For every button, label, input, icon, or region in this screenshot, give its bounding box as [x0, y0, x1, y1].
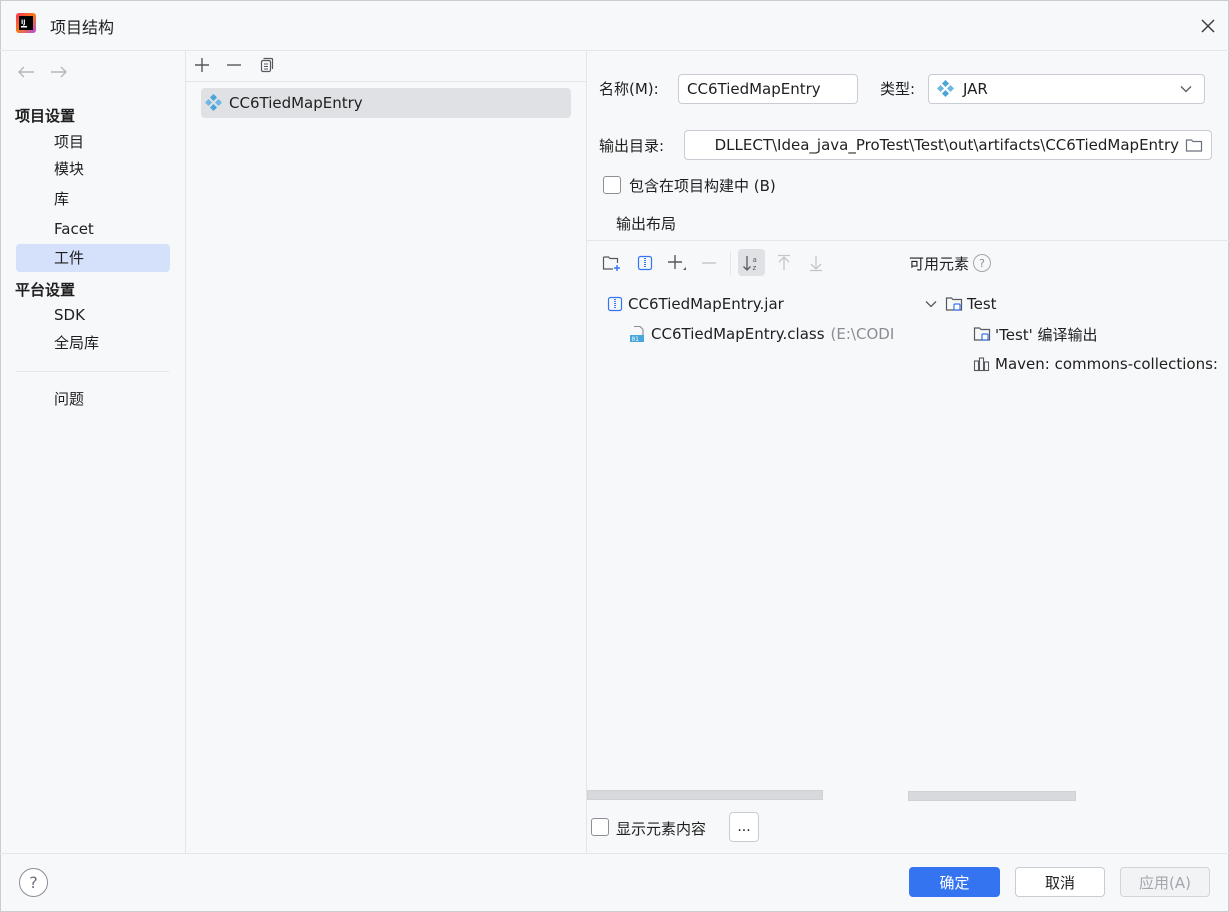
sidebar-item-libraries[interactable]: 库 [16, 185, 170, 213]
type-select-value: JAR [963, 80, 988, 98]
type-label: 类型: [880, 80, 916, 98]
sort-toggle-button[interactable]: az [738, 249, 765, 276]
archive-icon [637, 255, 653, 271]
available-item-maven-library-label: Maven: commons-collections: [995, 355, 1218, 373]
back-button[interactable] [14, 60, 38, 84]
svg-text:z: z [752, 264, 756, 272]
close-icon [1201, 19, 1215, 33]
include-in-build-checkbox[interactable] [603, 176, 621, 194]
artifact-name: CC6TiedMapEntry [229, 94, 363, 112]
available-elements-header: 可用元素 [909, 255, 970, 273]
sidebar-item-global-libraries[interactable]: 全局库 [16, 329, 170, 357]
available-item-test[interactable]: Test [925, 291, 1229, 317]
add-copy-button[interactable] [665, 251, 689, 275]
available-item-maven-library[interactable]: Maven: commons-collections: [925, 351, 1229, 377]
output-dir-label: 输出目录: [599, 137, 665, 155]
available-elements-tree: Test 'Test' 编译输出 Maven: commons-collecti… [925, 291, 1229, 377]
tree-item-jar[interactable]: CC6TiedMapEntry.jar [606, 291, 908, 317]
tree-item-class-path: (E:\CODI [830, 325, 895, 343]
footer-divider [0, 853, 1229, 854]
name-label: 名称(M): [599, 80, 659, 98]
layout-horizontal-scrollbar[interactable] [587, 790, 823, 800]
type-select[interactable]: JAR [928, 74, 1205, 104]
tree-item-class-label: CC6TiedMapEntry.class [651, 325, 825, 343]
project-settings-header: 项目设置 [15, 107, 76, 125]
plus-dropdown-icon [668, 255, 686, 270]
sidebar-item-problems[interactable]: 问题 [16, 385, 170, 413]
artifact-list-item[interactable]: CC6TiedMapEntry [201, 88, 571, 118]
tab-divider [587, 240, 1229, 241]
title-bar: IJ 项目结构 [0, 0, 1229, 50]
apply-button[interactable]: 应用(A) [1120, 867, 1210, 897]
available-item-test-label: Test [967, 295, 997, 313]
list-toolbar-divider [186, 81, 586, 82]
name-input[interactable]: CC6TiedMapEntry [678, 74, 858, 104]
toolbar-separator [730, 251, 731, 275]
sidebar-item-artifacts[interactable]: 工件 [16, 244, 170, 272]
tree-item-jar-label: CC6TiedMapEntry.jar [628, 295, 784, 313]
chevron-down-icon [925, 301, 937, 308]
arrow-down-icon [810, 256, 822, 272]
ok-button[interactable]: 确定 [909, 867, 1000, 897]
minus-icon [702, 262, 716, 264]
artifact-diamond-icon [205, 94, 223, 112]
remove-element-button[interactable] [697, 251, 721, 275]
folder-browse-icon[interactable] [1185, 137, 1203, 153]
move-down-button[interactable] [804, 251, 828, 275]
sort-alphabetical-icon: az [742, 255, 756, 272]
sidebar-item-modules[interactable]: 模块 [16, 155, 170, 183]
tree-item-class[interactable]: 01 CC6TiedMapEntry.class (E:\CODI [606, 321, 908, 347]
platform-settings-header: 平台设置 [15, 281, 76, 299]
ellipsis-button[interactable]: ... [729, 812, 759, 842]
available-horizontal-scrollbar[interactable] [908, 791, 1076, 801]
copy-artifact-button[interactable] [254, 53, 278, 77]
window-title: 项目结构 [50, 18, 115, 37]
output-layout-tree: CC6TiedMapEntry.jar 01 CC6TiedMapEntry.c… [606, 291, 908, 347]
create-archive-button[interactable] [633, 251, 657, 275]
sidebar-item-project[interactable]: 项目 [16, 128, 170, 156]
show-content-label: 显示元素内容 [616, 820, 707, 838]
svg-text:a: a [752, 256, 756, 264]
show-content-checkbox[interactable] [591, 818, 609, 836]
new-folder-icon [602, 256, 620, 271]
arrow-left-icon [18, 66, 34, 78]
list-divider [586, 50, 587, 853]
library-icon [973, 355, 991, 373]
available-item-compile-output[interactable]: 'Test' 编译输出 [925, 321, 1229, 347]
output-dir-value: DLLECT\Idea_java_ProTest\Test\out\artifa… [714, 136, 1179, 154]
sidebar-item-facets[interactable]: Facet [16, 215, 170, 243]
intellij-logo-icon: IJ [16, 13, 36, 33]
sidebar-item-sdk[interactable]: SDK [16, 301, 170, 329]
remove-artifact-button[interactable] [222, 53, 246, 77]
plus-icon [195, 58, 209, 72]
jar-archive-icon [606, 295, 624, 313]
close-button[interactable] [1194, 12, 1222, 40]
help-circle-icon[interactable]: ? [973, 254, 991, 272]
create-directory-button[interactable] [600, 251, 624, 275]
tab-output-layout[interactable]: 输出布局 [616, 213, 676, 234]
forward-button[interactable] [47, 60, 71, 84]
svg-text:01: 01 [632, 336, 640, 343]
output-dir-input[interactable]: DLLECT\Idea_java_ProTest\Test\out\artifa… [684, 130, 1212, 160]
include-in-build-label: 包含在项目构建中 (B) [629, 177, 776, 195]
module-folder-icon [945, 295, 963, 313]
chevron-down-icon [1180, 86, 1192, 93]
available-item-compile-output-label: 'Test' 编译输出 [995, 325, 1098, 344]
sidebar-divider [185, 50, 186, 853]
sidebar-separator [16, 371, 169, 372]
svg-text:IJ: IJ [21, 19, 25, 26]
jar-diamond-icon [937, 80, 955, 98]
move-up-button[interactable] [772, 251, 796, 275]
minus-icon [227, 64, 241, 66]
copy-icon [260, 57, 274, 73]
arrow-up-icon [778, 254, 790, 270]
module-folder-icon [973, 325, 991, 343]
class-file-icon: 01 [629, 325, 647, 343]
arrow-right-icon [51, 66, 67, 78]
add-artifact-button[interactable] [190, 53, 214, 77]
help-button[interactable]: ? [19, 868, 48, 897]
cancel-button[interactable]: 取消 [1015, 867, 1105, 897]
name-input-value: CC6TiedMapEntry [687, 80, 821, 98]
